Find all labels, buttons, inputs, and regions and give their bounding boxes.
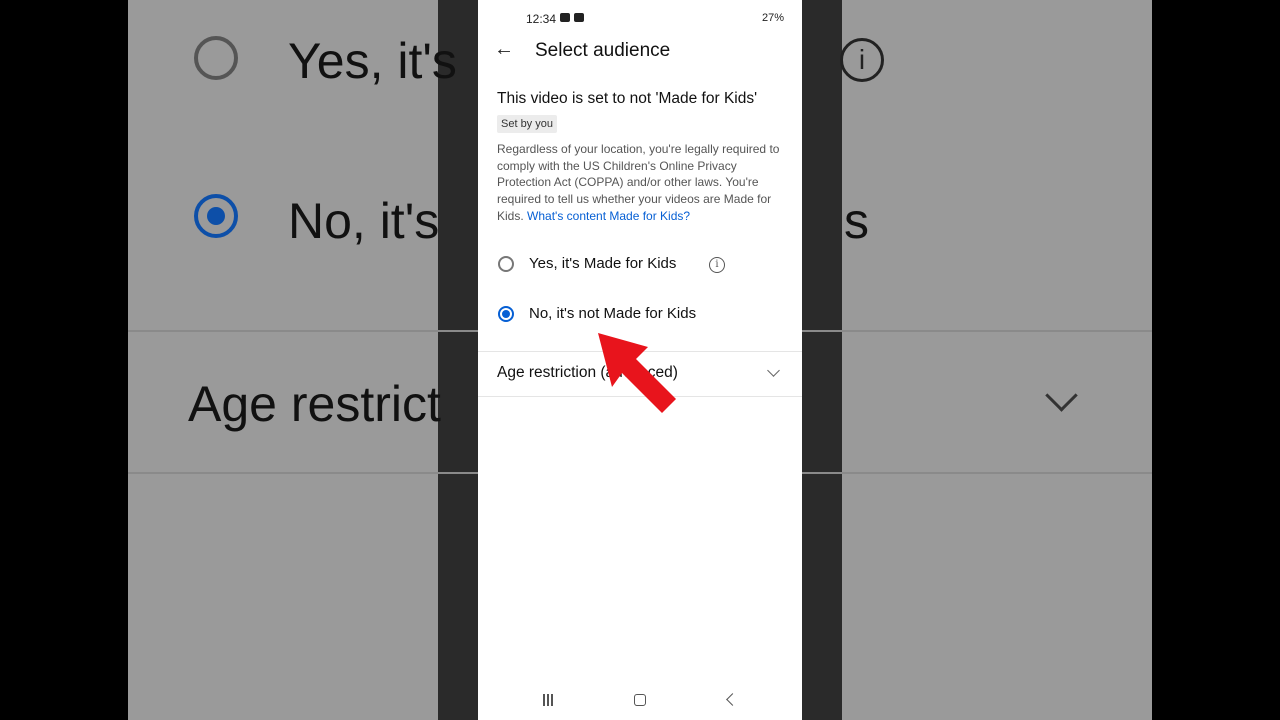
bg-option-yes-text: Yes, it's	[288, 33, 457, 89]
radio-checked[interactable]	[498, 306, 514, 322]
status-battery: 27%	[761, 12, 784, 24]
option-not-made-for-kids[interactable]: No, it's not Made for Kids	[497, 300, 787, 328]
made-for-kids-link[interactable]: What's content Made for Kids?	[527, 209, 690, 223]
system-nav-bar	[478, 680, 802, 720]
youtube-notification-icon	[560, 13, 570, 22]
bg-radio-checked	[194, 194, 238, 238]
bg-age-restriction-text: Age restrict	[188, 376, 441, 432]
info-icon[interactable]: i	[709, 257, 725, 273]
option-yes-made-for-kids[interactable]: Yes, it's Made for Kids i	[497, 250, 787, 278]
bg-radio-unchecked	[194, 36, 238, 80]
option-label: No, it's not Made for Kids	[529, 305, 697, 322]
chevron-down-icon	[767, 364, 780, 377]
home-icon[interactable]	[634, 694, 646, 706]
bg-option-no-text: No, it's	[288, 193, 440, 249]
recent-apps-icon[interactable]	[542, 694, 554, 706]
page-title: Select audience	[535, 40, 671, 61]
bg-info-icon: i	[840, 38, 884, 82]
arrow-left-icon[interactable]: ←	[494, 38, 514, 60]
back-nav-icon[interactable]	[726, 693, 739, 706]
coppa-description: Regardless of your location, you're lega…	[497, 141, 782, 225]
calendar-notification-icon	[574, 13, 584, 22]
app-bar: ← Select audience	[478, 36, 802, 68]
bg-dark-strip	[802, 0, 842, 720]
option-label: Yes, it's Made for Kids	[529, 255, 677, 272]
status-bar: 12:34 27%	[478, 0, 802, 38]
bg-dark-strip	[438, 0, 478, 720]
status-time: 12:34	[526, 12, 557, 26]
bg-chevron-icon	[1045, 379, 1078, 412]
red-pointer-arrow-icon	[598, 333, 676, 413]
bg-option-no-text-end: s	[844, 193, 869, 249]
set-by-chip: Set by you	[497, 115, 557, 133]
audience-heading: This video is set to not 'Made for Kids'	[497, 90, 758, 107]
radio-unchecked[interactable]	[498, 256, 514, 272]
